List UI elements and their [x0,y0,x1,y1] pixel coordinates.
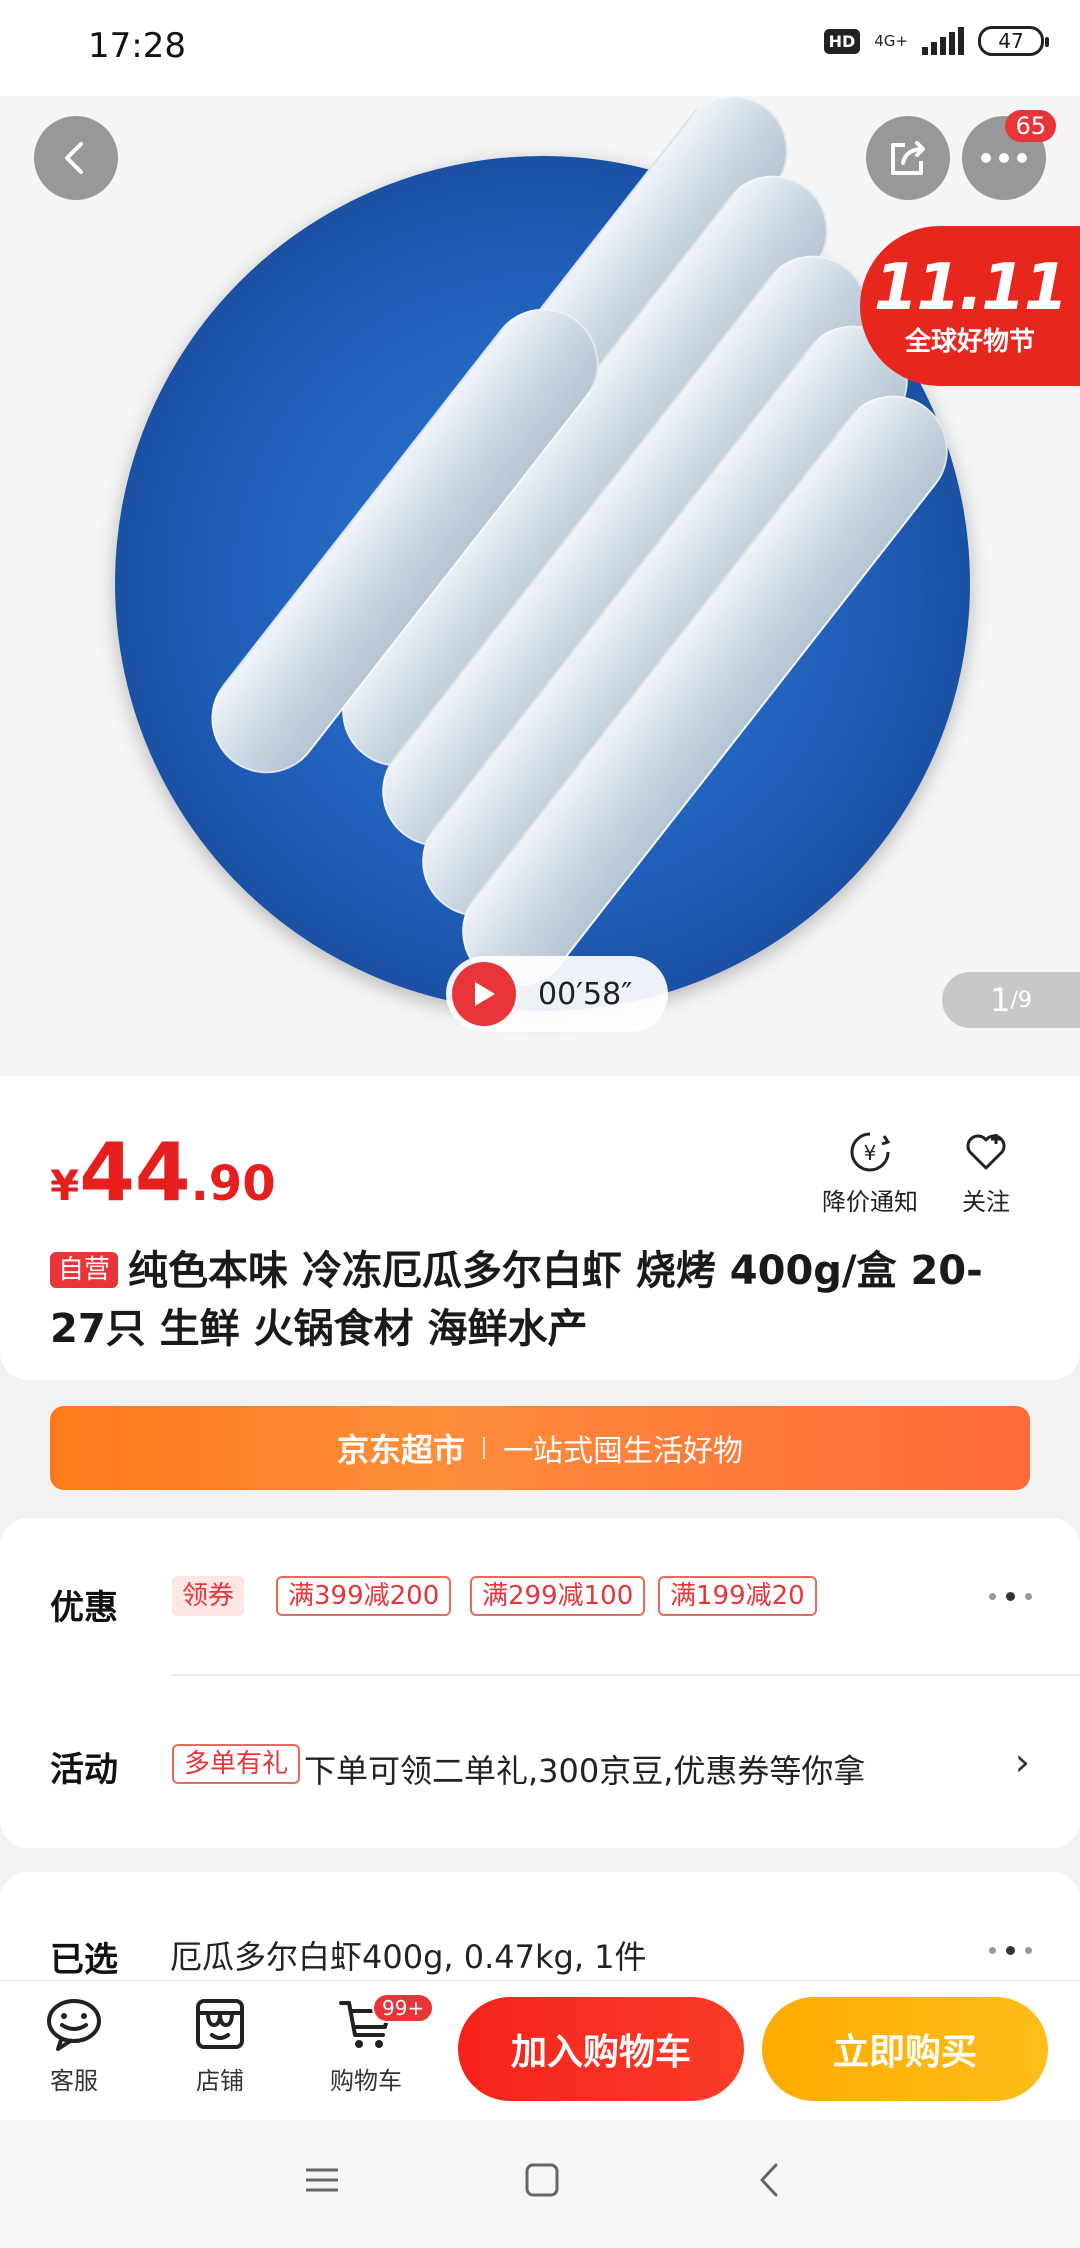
coupon-chip[interactable]: 满299减100 [470,1576,646,1616]
heart-icon [966,1134,1006,1170]
follow-label: 关注 [962,1188,1010,1216]
video-duration: 00′58″ [538,976,633,1012]
price-integer: 44 [79,1126,191,1219]
product-image-gallery[interactable]: 65 11.11 全球好物节 00′58″ 1/9 [0,96,1080,1076]
hd-icon: HD [823,28,861,54]
divider [170,1674,1080,1676]
activity-label: 活动 [50,1750,118,1790]
banner-slogan: 一站式囤生活好物 [503,1434,743,1469]
chat-bubble-icon [47,1999,101,2051]
message-badge: 65 [1005,110,1056,142]
signal-icon [922,27,964,55]
image-index: 1 [990,981,1011,1019]
chevron-right-icon[interactable]: › [1015,1740,1030,1784]
cart-count-badge: 99+ [372,1993,435,2023]
promo-subtitle: 全球好物节 [904,326,1035,357]
get-coupon-chip[interactable]: 领券 [172,1576,245,1616]
store-button[interactable]: 店铺 [160,1997,280,2096]
image-total: /9 [1010,987,1032,1013]
store-label: 店铺 [196,2067,244,2095]
more-button[interactable]: 65 [962,110,1056,200]
follow-button[interactable]: 关注 [962,1130,1010,1217]
product-title-text: 纯色本味 冷冻厄瓜多尔白虾 烧烤 400g/盒 20-27只 生鲜 火锅食材 海… [50,1248,983,1352]
promo-title: 11.11 [873,250,1068,325]
share-button[interactable] [866,116,950,200]
product-image-plate [115,96,970,1011]
menu-icon[interactable] [304,2162,340,2198]
buy-now-button[interactable]: 立即购买 [762,1997,1048,2101]
battery-icon: 47 [978,26,1049,56]
video-play-button[interactable]: 00′58″ [446,956,668,1032]
activity-tag: 多单有礼 [172,1744,301,1784]
home-icon[interactable] [524,2162,560,2198]
more-dots-icon [981,153,1027,163]
back-button[interactable] [34,116,118,200]
selected-more-icon[interactable] [989,1946,1032,1955]
svg-text:¥: ¥ [864,1141,877,1165]
system-nav-bar [0,2120,1080,2248]
status-icons: HD 4G+ 47 [823,26,1049,56]
self-operated-tag: 自营 [50,1252,119,1288]
coupon-chip[interactable]: 满399减200 [276,1576,452,1616]
double-eleven-promo-badge[interactable]: 11.11 全球好物节 [860,226,1080,386]
product-title: 自营 纯色本味 冷冻厄瓜多尔白虾 烧烤 400g/盒 20-27只 生鲜 火锅食材… [50,1242,1030,1358]
play-icon [452,962,516,1026]
network-type: 4G+ [874,32,908,50]
product-price: ¥ 44 .90 [50,1126,276,1219]
offers-card: 优惠 领券 满399减200 满299减100 满199减20 活动 多单有礼 … [0,1518,1080,1848]
add-to-cart-button[interactable]: 加入购物车 [458,1997,744,2101]
back-nav-icon[interactable] [752,2162,788,2198]
banner-separator [483,1437,485,1459]
cart-label: 购物车 [330,2067,402,2095]
status-bar: 17:28 HD 4G+ 47 [0,0,1080,96]
bottom-action-bar: 客服 店铺 99+ 购物车 加入购物车 立即购买 [0,1980,1080,2120]
activity-text[interactable]: 下单可领二单礼,300京豆,优惠券等你拿 [304,1746,865,1792]
offers-label: 优惠 [50,1588,118,1628]
selected-value: 厄瓜多尔白虾400g, 0.47kg, 1件 [170,1938,647,1976]
cart-button[interactable]: 99+ 购物车 [306,1993,435,2096]
battery-level: 47 [998,29,1024,53]
status-time: 17:28 [88,26,186,66]
customer-service-button[interactable]: 客服 [14,1997,134,2096]
offers-more-icon[interactable] [989,1592,1032,1601]
price-alert-button[interactable]: ¥ 降价通知 [822,1130,918,1217]
chevron-left-icon [65,142,83,174]
banner-brand: 京东超市 [336,1431,465,1469]
price-card: ¥ 44 .90 ¥ 降价通知 关注 自营 纯色本味 冷冻厄瓜多尔白虾 烧烤 40… [0,1076,1080,1380]
price-alert-icon: ¥ [850,1132,891,1172]
selected-label: 已选 [50,1940,118,1980]
customer-service-label: 客服 [50,2067,98,2095]
share-icon [891,141,925,175]
price-alert-label: 降价通知 [822,1188,918,1216]
jd-supermarket-banner[interactable]: 京东超市 一站式囤生活好物 [50,1406,1030,1490]
coupon-chip[interactable]: 满199减20 [658,1576,817,1616]
store-icon [196,1999,244,2049]
image-counter: 1/9 [942,972,1080,1028]
price-decimal: .90 [190,1156,276,1212]
price-currency: ¥ [50,1161,80,1210]
